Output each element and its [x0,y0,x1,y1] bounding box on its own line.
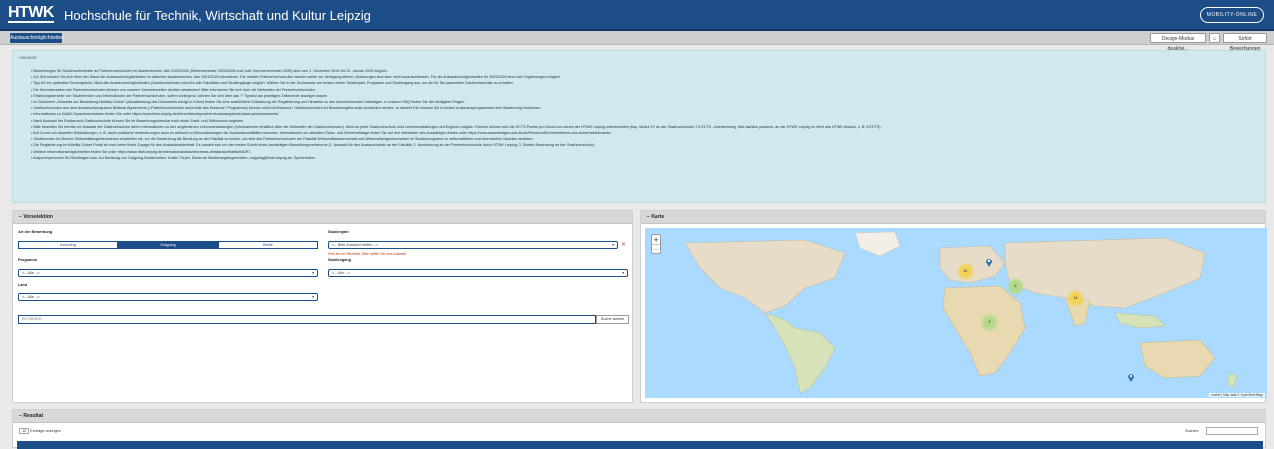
chevron-down-icon: ▾ [612,243,614,247]
top-bar: HTWK Hochschule für Technik, Wirtschaft … [0,0,1274,31]
info-box: HINWEISE Bewerbungen für Studienaufentha… [12,50,1266,203]
design-mode-button[interactable]: Design-Modus deaktivi... [1150,33,1206,52]
entries-control: 10 Einträge anzeigen [19,428,61,434]
studienjahr-select[interactable]: <-- Bitte Auswahl treffen --> ▾ [328,241,618,249]
art-option-incoming[interactable]: Incoming [18,241,118,249]
vorselektion-panel: − Vorselektion Art der Bewerbung Incomin… [12,210,633,403]
info-list: Bewerbungen für Studienaufenthalte an Pa… [31,68,1251,161]
land-label: Land [18,283,28,287]
keyword-input[interactable]: KEYWORD [18,315,596,324]
htwk-logo[interactable]: HTWK [8,4,54,22]
karte-title[interactable]: − Karte [647,214,664,220]
world-map[interactable]: + − 61 5 14 2 Leaflet | Map data © OpenS… [645,228,1267,398]
search-button[interactable]: Suche starten [596,315,629,324]
chevron-down-icon: ▾ [622,271,624,275]
site-title: Hochschule für Technik, Wirtschaft und K… [64,8,371,23]
studiengang-label: Studiengang [328,258,351,262]
toolbar: Austauschmöglichkeiten Design-Modus deak… [0,31,1274,52]
art-option-outgoing[interactable]: Outgoing [118,241,218,249]
sofort-bewerbungen-button[interactable]: Sofort Bewerbungen [1223,33,1267,52]
map-marker-icon[interactable] [1127,367,1135,382]
chevron-down-icon: ▾ [312,271,314,275]
map-cluster[interactable]: 2 [983,316,996,329]
home-icon[interactable]: ⌂ [1209,33,1220,43]
karte-panel: − Karte + − 61 5 14 2 Leaflet | Map data… [640,210,1267,403]
programm-select[interactable]: <-- Alle --> ▾ [18,269,318,277]
land-select[interactable]: <-- Alle --> ▾ [18,293,318,301]
info-title: HINWEISE [19,56,37,60]
map-attribution[interactable]: Leaflet | Map data © OpenStreetMap [1208,393,1265,397]
zoom-in-button[interactable]: + [652,235,660,245]
art-option-beide[interactable]: Beide [218,241,318,249]
chevron-down-icon: ▾ [312,295,314,299]
map-cluster[interactable]: 14 [1069,292,1082,305]
resultat-title[interactable]: − Resultat [19,413,43,419]
art-label: Art der Bewerbung [18,230,53,234]
studienjahr-error: Dies ist ein Pflichtfeld. Bitte treffen … [328,252,408,256]
search-input[interactable] [1206,427,1258,435]
map-cluster[interactable]: 61 [959,265,972,278]
clear-icon[interactable]: × [621,241,626,248]
studienjahr-label: Studienjahr [328,230,349,234]
studiengang-select[interactable]: <-- Alle --> ▾ [328,269,628,277]
info-item[interactable]: Ansprechpersonen für Rückfragen bzw. zur… [31,155,1251,161]
entries-label: Einträge anzeigen [30,429,61,433]
vorselektion-header[interactable]: − Vorselektion [13,211,632,224]
zoom-control[interactable]: + − [651,234,661,254]
resultat-header[interactable]: − Resultat [13,410,1265,423]
mobility-online-logo[interactable]: MOBILITY-ONLINE [1200,7,1264,23]
map-marker-icon[interactable] [985,252,993,267]
programm-label: Programm [18,258,37,262]
resultat-panel: − Resultat 10 Einträge anzeigen Suchen: [12,409,1266,449]
search-label: Suchen: [1185,429,1199,433]
vorselektion-title[interactable]: − Vorselektion [19,214,53,220]
austauschmoeglichkeiten-button[interactable]: Austauschmöglichkeiten [10,33,64,43]
zoom-out-button[interactable]: − [652,245,660,255]
map-land-svg [684,231,1238,394]
map-cluster[interactable]: 5 [1009,280,1022,293]
entries-select[interactable]: 10 [19,428,30,434]
logo-underline [8,21,54,23]
karte-header[interactable]: − Karte [641,211,1265,224]
